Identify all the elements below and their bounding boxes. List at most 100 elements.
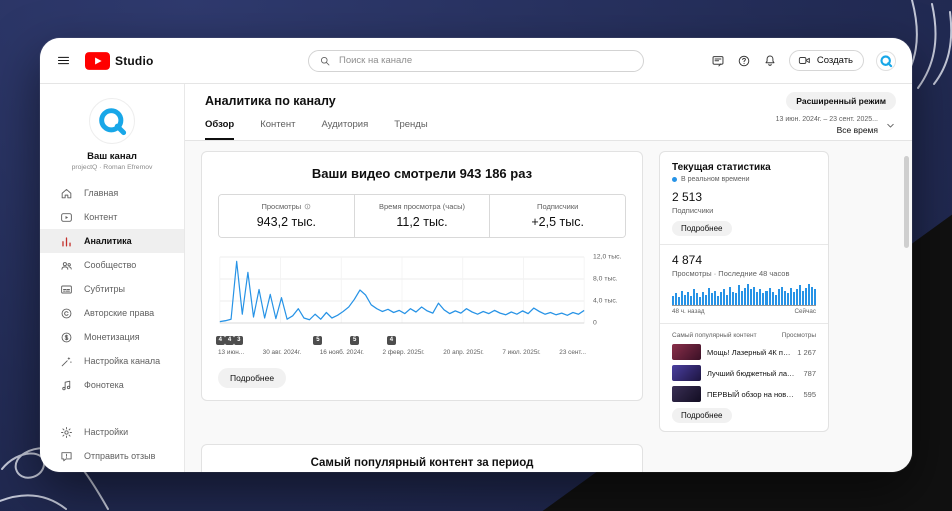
- feedback-panel-icon[interactable]: [711, 54, 725, 68]
- sidebar-item-subtitles[interactable]: Субтитры: [40, 277, 184, 301]
- settings-icon: [60, 426, 73, 439]
- sidebar-footer-menu: Настройки Отправить отзыв: [40, 420, 184, 472]
- details-button[interactable]: Подробнее: [218, 368, 287, 388]
- sidebar-item-label: Монетизация: [84, 332, 140, 342]
- tab-trends[interactable]: Тренды: [394, 119, 427, 140]
- metric-card-1[interactable]: Время просмотра (часы) 11,2 тыс.: [353, 195, 490, 237]
- video-thumbnail: [672, 386, 701, 402]
- sidebar-item-community[interactable]: Сообщество: [40, 253, 184, 277]
- date-range-selector[interactable]: 13 июн. 2024г. – 23 сент. 2025... Все вр…: [776, 116, 896, 135]
- help-icon[interactable]: [737, 54, 751, 68]
- sidebar-item-customization[interactable]: Настройка канала: [40, 349, 184, 373]
- realtime-bar: [807, 284, 810, 305]
- main-content: Аналитика по каналу Обзор Контент Аудитори…: [185, 84, 912, 472]
- sidebar-item-label: Авторские права: [84, 308, 155, 318]
- realtime-bar: [786, 293, 789, 305]
- y-axis-label: 8,0 тыс.: [593, 275, 618, 283]
- realtime-subscribers-label: Подписчики: [672, 206, 714, 215]
- sidebar-item-copyright[interactable]: Авторские права: [40, 301, 184, 325]
- realtime-bar: [732, 291, 735, 305]
- sidebar-item-label: Субтитры: [84, 284, 126, 294]
- brand-text: Studio: [115, 53, 154, 68]
- x-axis-label: 2 февр. 2025г.: [382, 349, 425, 356]
- realtime-views-value: 4 874: [672, 253, 703, 267]
- topbar-left: Studio: [56, 51, 154, 70]
- date-texts: 13 июн. 2024г. – 23 сент. 2025... Все вр…: [776, 116, 878, 135]
- realtime-bar: [702, 291, 705, 305]
- metric-label-text: Время просмотра (часы): [378, 202, 466, 211]
- sidebar-item-content[interactable]: Контент: [40, 205, 184, 229]
- realtime-bar: [681, 290, 684, 305]
- video-marker[interactable]: 4: [225, 336, 235, 345]
- realtime-views-label: Просмотры · Последние 48 часов: [672, 269, 790, 278]
- video-thumbnail: [672, 344, 701, 360]
- realtime-bar: [789, 288, 792, 305]
- realtime-bar: [696, 293, 699, 305]
- video-marker[interactable]: 4: [215, 336, 225, 345]
- live-dot: [672, 177, 677, 182]
- sidebar-item-home[interactable]: Главная: [40, 181, 184, 205]
- realtime-bar: [768, 288, 771, 305]
- feedback-icon: [60, 450, 73, 463]
- sidebar-item-settings[interactable]: Настройки: [40, 420, 184, 444]
- realtime-bar: [672, 295, 675, 305]
- analytics-icon: [60, 235, 73, 248]
- overview-card: Ваши видео смотрели 943 186 раз Просмотр…: [201, 151, 643, 401]
- video-title: ПЕРВЫЙ обзор на новый ...: [707, 389, 798, 399]
- realtime-bars-chart[interactable]: [672, 284, 816, 306]
- bars-axis-left: 48 ч. назад: [672, 308, 705, 315]
- top-content-header: Самый популярный контент: [672, 332, 757, 339]
- chevron-down-icon: [885, 120, 896, 131]
- top-content-row[interactable]: Лучший бюджетный лазе... 787: [672, 365, 816, 381]
- search-input[interactable]: [339, 55, 633, 66]
- realtime-bar: [780, 286, 783, 305]
- create-button[interactable]: Создать: [788, 50, 864, 71]
- x-axis-label: 30 авг. 2024г.: [262, 349, 302, 356]
- realtime-bar: [774, 294, 777, 305]
- realtime-bars-axis: 48 ч. назад Сейчас: [672, 308, 816, 315]
- realtime-bar: [711, 293, 714, 305]
- realtime-subscribers-details-button[interactable]: Подробнее: [672, 221, 732, 236]
- youtube-studio-logo[interactable]: Studio: [85, 51, 154, 70]
- audio-icon: [60, 379, 73, 392]
- scrollbar[interactable]: [904, 156, 909, 248]
- realtime-bar: [804, 288, 807, 305]
- top-content-row[interactable]: ПЕРВЫЙ обзор на новый ... 595: [672, 386, 816, 402]
- subtitles-icon: [60, 283, 73, 296]
- realtime-bottom-details-button[interactable]: Подробнее: [672, 408, 732, 423]
- metric-card-2[interactable]: Подписчики +2,5 тыс.: [489, 195, 625, 237]
- channel-avatar[interactable]: [89, 98, 135, 144]
- bottom-heading: Самый популярный контент за период: [310, 457, 534, 469]
- sidebar-item-analytics[interactable]: Аналитика: [40, 229, 184, 253]
- sidebar-item-audio-library[interactable]: Фонотека: [40, 373, 184, 397]
- date-range-text: 13 июн. 2024г. – 23 сент. 2025...: [775, 116, 878, 123]
- advanced-mode-button[interactable]: Расширенный режим: [786, 92, 896, 110]
- tab-audience[interactable]: Аудитория: [321, 119, 368, 140]
- video-marker[interactable]: 5: [313, 336, 323, 345]
- metric-label-text: Подписчики: [537, 202, 579, 211]
- realtime-bar: [765, 290, 768, 305]
- create-video-icon: [798, 54, 811, 67]
- video-marker[interactable]: 4: [386, 336, 396, 345]
- analytics-body: Ваши видео смотрели 943 186 раз Просмотр…: [185, 141, 912, 472]
- sidebar-item-feedback[interactable]: Отправить отзыв: [40, 444, 184, 468]
- realtime-bar: [699, 297, 702, 305]
- metric-card-0[interactable]: Просмотры 943,2 тыс.: [219, 195, 354, 237]
- line-chart[interactable]: [218, 250, 586, 334]
- video-marker[interactable]: 3: [234, 336, 244, 345]
- tab-content[interactable]: Контент: [260, 119, 295, 140]
- community-icon: [60, 259, 73, 272]
- search-bar[interactable]: [308, 49, 644, 72]
- tab-overview[interactable]: Обзор: [205, 119, 235, 140]
- notifications-icon[interactable]: [763, 54, 777, 68]
- menu-icon[interactable]: [56, 53, 71, 68]
- realtime-bar: [753, 286, 756, 305]
- metric-value: 11,2 тыс.: [396, 215, 448, 229]
- account-avatar[interactable]: [876, 50, 896, 71]
- sidebar-item-monetization[interactable]: Монетизация: [40, 325, 184, 349]
- top-content-row[interactable]: Мощь! Лазерный 4К пр... 1 267: [672, 344, 816, 360]
- video-marker[interactable]: 5: [350, 336, 360, 345]
- realtime-bar: [708, 288, 711, 305]
- divider: [660, 244, 828, 245]
- metric-label-text: Просмотры: [261, 202, 302, 211]
